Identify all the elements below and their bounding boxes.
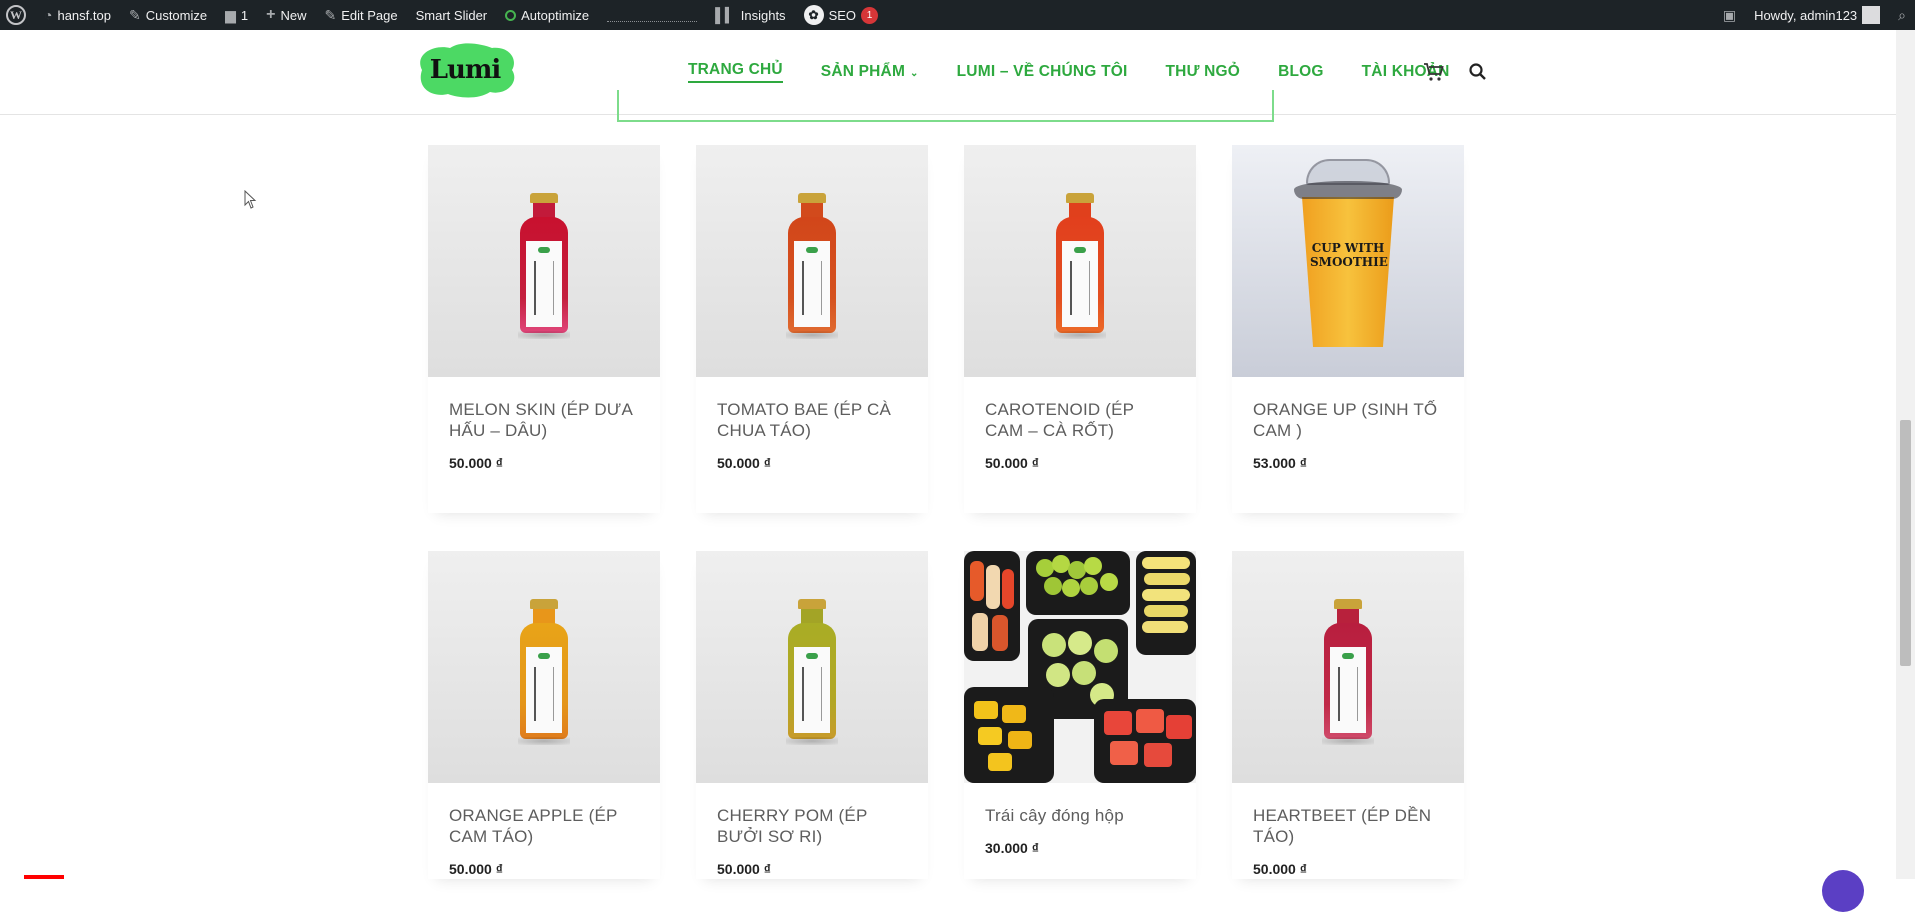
product-title[interactable]: HEARTBEET (ÉP DỀN TÁO) [1253, 805, 1444, 847]
nav-item-home[interactable]: TRANG CHỦ [688, 61, 783, 83]
product-title[interactable]: TOMATO BAE (ÉP CÀ CHUA TÁO) [717, 399, 908, 441]
nav-item-products-label: SẢN PHẨM [820, 63, 906, 80]
product-card[interactable]: Trái cây đóng hộp 30.000 ₫ [964, 551, 1196, 879]
nav-item-blog[interactable]: BLOG [1278, 63, 1324, 81]
plus-icon: + [266, 6, 276, 23]
new-label: New [280, 7, 307, 23]
nav-item-letter[interactable]: THƯ NGỎ [1166, 63, 1241, 81]
product-title[interactable]: MELON SKIN (ÉP DƯA HẤU – DÂU) [449, 399, 640, 441]
logo-text: Lumi [429, 55, 502, 85]
bar-chart-icon: ▌▍ [715, 6, 736, 23]
product-title[interactable]: ORANGE APPLE (ÉP CAM TÁO) [449, 805, 640, 847]
juice-bottle-image [1054, 193, 1106, 339]
product-card[interactable]: CAROTENOID (ÉP CAM – CÀ RỐT) 50.000 ₫ [964, 145, 1196, 513]
status-circle-icon [505, 9, 517, 21]
sparkline-graph-icon [607, 8, 698, 22]
green-outline-box [617, 90, 1274, 122]
juice-bottle-image [786, 193, 838, 339]
product-price: 50.000 ₫ [1253, 861, 1307, 877]
product-title[interactable]: ORANGE UP (SINH TỐ CAM ) [1253, 399, 1444, 441]
product-image[interactable] [696, 145, 928, 377]
comments-count: 1 [240, 7, 249, 23]
product-image[interactable] [428, 551, 660, 783]
wp-admin-bar: W ◔ hansf.top ✎ Customize ▆ 1 + New ✎ Ed… [0, 0, 1915, 30]
juice-bottle-image [518, 599, 570, 745]
cup-label-text: CUP WITH SMOOTHIE [1310, 241, 1388, 269]
site-name-menu[interactable]: ◔ hansf.top [35, 0, 120, 30]
smart-slider-link[interactable]: Smart Slider [407, 0, 497, 30]
product-image[interactable] [964, 551, 1196, 783]
juice-bottle-image [786, 599, 838, 745]
monitor-icon: ▣ [1722, 6, 1737, 23]
account-menu[interactable]: Howdy, admin123 [1745, 0, 1889, 30]
seo-menu[interactable]: ✿ SEO 1 [795, 0, 887, 30]
product-title[interactable]: Trái cây đóng hộp [985, 805, 1176, 826]
howdy-label: Howdy, admin123 [1754, 7, 1858, 23]
new-content-menu[interactable]: + New [257, 0, 315, 30]
product-card[interactable]: TOMATO BAE (ÉP CÀ CHUA TÁO) 50.000 ₫ [696, 145, 928, 513]
site-name-label: hansf.top [57, 7, 111, 23]
insights-sparkline[interactable] [598, 0, 706, 30]
nav-item-products[interactable]: SẢN PHẨM ⌄ [821, 63, 919, 81]
insights-menu[interactable]: ▌▍ Insights [706, 0, 795, 30]
product-price: 50.000 ₫ [449, 861, 503, 877]
comments-link[interactable]: ▆ 1 [216, 0, 257, 30]
seo-icon: ✿ [803, 5, 824, 25]
comment-icon: ▆ [225, 6, 236, 23]
page-scrollbar[interactable] [1896, 30, 1915, 879]
scrollbar-thumb[interactable] [1900, 420, 1911, 666]
product-price: 50.000 ₫ [717, 455, 771, 471]
product-card[interactable]: ORANGE APPLE (ÉP CAM TÁO) 50.000 ₫ [428, 551, 660, 879]
chevron-down-icon: ⌄ [907, 68, 919, 79]
juice-bottle-image [1322, 599, 1374, 745]
search-icon: ⌕ [1898, 6, 1906, 23]
smart-slider-label: Smart Slider [415, 7, 488, 23]
seo-label: SEO [828, 7, 857, 23]
screen-options-link[interactable]: ▣ [1714, 0, 1745, 30]
product-price: 50.000 ₫ [717, 861, 771, 877]
autoptimize-menu[interactable]: Autoptimize [496, 0, 598, 30]
autoptimize-label: Autoptimize [521, 7, 590, 23]
product-card[interactable]: MELON SKIN (ÉP DƯA HẤU – DÂU) 50.000 ₫ [428, 145, 660, 513]
mouse-cursor-icon [244, 190, 257, 209]
customize-link[interactable]: ✎ Customize [120, 0, 216, 30]
wp-logo-menu[interactable]: W [0, 0, 35, 30]
video-progress-bar[interactable] [24, 875, 64, 879]
fruit-boxes-image [964, 551, 1196, 783]
site-logo[interactable]: Lumi [412, 40, 518, 100]
dashboard-icon: ◔ [44, 7, 53, 23]
product-image[interactable] [428, 145, 660, 377]
cart-icon[interactable] [1422, 60, 1446, 84]
nav-item-about[interactable]: LUMI – VỀ CHÚNG TÔI [957, 63, 1128, 81]
avatar [1862, 6, 1881, 24]
edit-page-label: Edit Page [341, 7, 398, 23]
product-title[interactable]: CAROTENOID (ÉP CAM – CÀ RỐT) [985, 399, 1176, 441]
pencil-icon: ✎ [324, 6, 337, 23]
edit-page-link[interactable]: ✎ Edit Page [316, 0, 407, 30]
product-price: 30.000 ₫ [985, 840, 1039, 856]
product-image[interactable]: CUP WITH SMOOTHIE [1232, 145, 1464, 377]
main-navigation: TRANG CHỦ SẢN PHẨM ⌄ LUMI – VỀ CHÚNG TÔI… [688, 60, 1488, 84]
product-image[interactable] [964, 145, 1196, 377]
seo-notification-badge: 1 [861, 6, 879, 24]
product-title[interactable]: CHERRY POM (ÉP BƯỞI SƠ RI) [717, 805, 908, 847]
customize-label: Customize [145, 7, 208, 23]
video-buffer-bar [64, 875, 112, 879]
brush-icon: ✎ [128, 6, 141, 23]
wordpress-icon: W [6, 5, 26, 25]
product-card[interactable]: CUP WITH SMOOTHIE ORANGE UP (SINH TỐ CAM… [1232, 145, 1464, 513]
product-image[interactable] [1232, 551, 1464, 783]
product-price: 50.000 ₫ [449, 455, 503, 471]
juice-bottle-image [518, 193, 570, 339]
insights-label: Insights [740, 7, 786, 23]
admin-search-button[interactable]: ⌕ [1889, 0, 1915, 30]
product-image[interactable] [696, 551, 928, 783]
product-price: 53.000 ₫ [1253, 455, 1307, 471]
product-price: 50.000 ₫ [985, 455, 1039, 471]
search-icon[interactable] [1468, 62, 1488, 82]
product-card[interactable]: HEARTBEET (ÉP DỀN TÁO) 50.000 ₫ [1232, 551, 1464, 879]
product-card[interactable]: CHERRY POM (ÉP BƯỞI SƠ RI) 50.000 ₫ [696, 551, 928, 879]
floating-chat-button[interactable] [1822, 870, 1864, 912]
smoothie-cup-image: CUP WITH SMOOTHIE [1232, 145, 1464, 377]
